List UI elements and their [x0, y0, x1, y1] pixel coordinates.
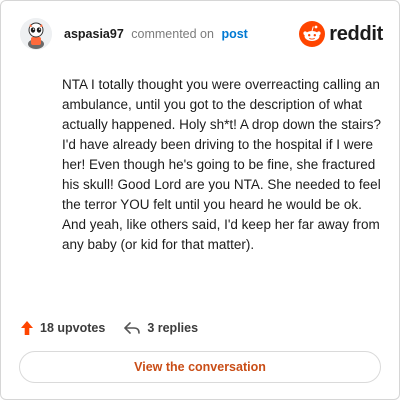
avatar[interactable] — [20, 18, 52, 50]
view-conversation-button[interactable]: View the conversation — [19, 351, 381, 383]
comment-actions: 18 upvotes 3 replies — [20, 317, 198, 339]
post-link[interactable]: post — [221, 27, 247, 41]
reply-arrow-icon — [124, 322, 141, 334]
comment-meta: aspasia97 commented on post — [64, 27, 248, 41]
upvote-arrow-icon — [21, 321, 33, 335]
comment-header: aspasia97 commented on post reddit — [20, 17, 383, 51]
embedded-comment-card: aspasia97 commented on post reddit NTA I… — [0, 0, 400, 400]
comment-body: NTA I totally thought you were overreact… — [62, 77, 381, 252]
brand-wordmark: reddit — [329, 22, 383, 45]
reddit-logo-icon — [299, 21, 326, 47]
upvote-count: 18 upvotes — [40, 321, 106, 335]
action-text: commented on — [131, 27, 214, 41]
avatar-icon — [20, 18, 52, 50]
username[interactable]: aspasia97 — [64, 27, 124, 41]
upvote-button[interactable]: 18 upvotes — [20, 320, 105, 336]
reply-count: 3 replies — [147, 321, 199, 335]
reddit-brand[interactable]: reddit — [299, 21, 383, 47]
replies-button[interactable]: 3 replies — [123, 320, 198, 336]
